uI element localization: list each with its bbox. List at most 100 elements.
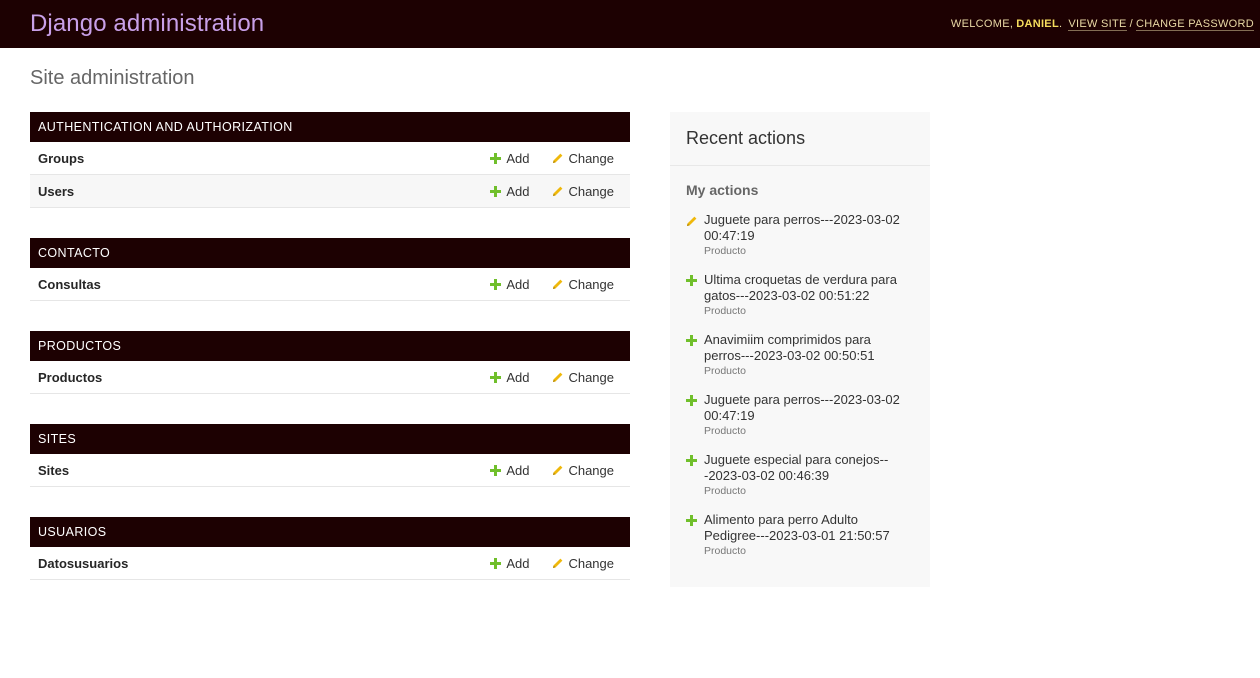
- row-actions: Add Change: [490, 463, 614, 478]
- change-password-link[interactable]: CHANGE PASSWORD: [1136, 18, 1254, 31]
- add-button[interactable]: Add: [490, 370, 529, 385]
- row-actions: Add Change: [490, 184, 614, 199]
- app-module-usuarios: USUARIOS Datosusuarios Add Change: [30, 517, 630, 580]
- recent-actions-panel: Recent actions My actions Juguete para p…: [670, 112, 930, 587]
- action-item: Anavimiim comprimidos para perros---2023…: [686, 332, 916, 378]
- action-text-line1: Ultima croquetas de verdura para: [704, 272, 897, 287]
- action-link[interactable]: Ultima croquetas de verdura para gatos--…: [704, 272, 916, 304]
- action-link[interactable]: Juguete para perros---2023-03-02 00:47:1…: [704, 212, 916, 244]
- pencil-icon: [553, 558, 563, 568]
- model-link-groups[interactable]: Groups: [38, 151, 84, 166]
- model-row-users: Users Add Change: [30, 175, 630, 208]
- action-content-type: Producto: [704, 245, 747, 257]
- action-text-line2: -2023-03-02 00:46:39: [704, 468, 830, 483]
- action-item: Juguete especial para conejos-- -2023-03…: [686, 452, 916, 498]
- action-content-type: Producto: [704, 545, 747, 557]
- action-text-line1: Juguete especial para conejos--: [704, 452, 889, 467]
- action-text-line2: Pedigree---2023-03-01 21:50:57: [704, 528, 890, 543]
- action-link[interactable]: Anavimiim comprimidos para perros---2023…: [704, 332, 916, 364]
- separator: /: [1129, 18, 1134, 30]
- change-label: Change: [568, 183, 614, 199]
- pencil-icon: [553, 186, 563, 196]
- module-caption[interactable]: CONTACTO: [30, 238, 630, 268]
- module-caption[interactable]: USUARIOS: [30, 517, 630, 547]
- action-content-type: Producto: [704, 425, 747, 437]
- change-button[interactable]: Change: [552, 151, 614, 166]
- plus-icon: [686, 515, 697, 526]
- model-row-sites: Sites Add Change: [30, 454, 630, 487]
- pencil-icon: [553, 153, 563, 163]
- username: DANIEL: [1016, 18, 1059, 30]
- pencil-icon: [687, 216, 697, 226]
- model-link-productos[interactable]: Productos: [38, 370, 102, 385]
- recent-actions-title: Recent actions: [670, 112, 930, 166]
- add-label: Add: [506, 555, 530, 571]
- action-text-line1: Juguete para perros---2023-03-02: [704, 212, 900, 227]
- model-link-sites[interactable]: Sites: [38, 463, 69, 478]
- action-link[interactable]: Alimento para perro Adulto Pedigree---20…: [704, 512, 916, 544]
- change-label: Change: [568, 555, 614, 571]
- add-label: Add: [506, 462, 530, 478]
- add-label: Add: [506, 150, 530, 166]
- row-actions: Add Change: [490, 277, 614, 292]
- action-content-type: Producto: [704, 365, 747, 377]
- model-row-datosusuarios: Datosusuarios Add Change: [30, 547, 630, 580]
- model-row-productos: Productos Add Change: [30, 361, 630, 394]
- plus-icon: [686, 455, 697, 466]
- add-button[interactable]: Add: [490, 277, 529, 292]
- model-link-consultas[interactable]: Consultas: [38, 277, 101, 292]
- action-text-line1: Anavimiim comprimidos para: [704, 332, 871, 347]
- change-label: Change: [568, 150, 614, 166]
- pencil-icon: [553, 465, 563, 475]
- plus-icon: [686, 335, 697, 346]
- plus-icon: [686, 395, 697, 406]
- add-button[interactable]: Add: [490, 184, 529, 199]
- add-button[interactable]: Add: [490, 151, 529, 166]
- welcome-text: WELCOME,: [950, 18, 1014, 30]
- action-content-type: Producto: [704, 305, 747, 317]
- model-row-groups: Groups Add Change: [30, 142, 630, 175]
- username-suffix: .: [1058, 18, 1063, 30]
- my-actions-title: My actions: [686, 182, 759, 198]
- row-actions: Add Change: [490, 370, 614, 385]
- change-label: Change: [568, 462, 614, 478]
- row-actions: Add Change: [490, 151, 614, 166]
- action-list: Juguete para perros---2023-03-02 00:47:1…: [686, 212, 916, 572]
- app-module-sites: SITES Sites Add Change: [30, 424, 630, 487]
- pencil-icon: [553, 279, 563, 289]
- action-text-line2: gatos---2023-03-02 00:51:22: [704, 288, 870, 303]
- action-text-line1: Alimento para perro Adulto: [704, 512, 858, 527]
- change-label: Change: [568, 276, 614, 292]
- module-caption[interactable]: SITES: [30, 424, 630, 454]
- action-item: Juguete para perros---2023-03-02 00:47:1…: [686, 392, 916, 438]
- change-button[interactable]: Change: [552, 277, 614, 292]
- plus-icon: [490, 557, 502, 569]
- model-row-consultas: Consultas Add Change: [30, 268, 630, 301]
- site-branding[interactable]: Django administration: [30, 10, 264, 38]
- module-caption[interactable]: PRODUCTOS: [30, 331, 630, 361]
- action-item: Juguete para perros---2023-03-02 00:47:1…: [686, 212, 916, 258]
- plus-icon: [490, 464, 502, 476]
- action-link[interactable]: Juguete para perros---2023-03-02 00:47:1…: [704, 392, 916, 424]
- action-text-line2: 00:47:19: [704, 228, 755, 243]
- change-button[interactable]: Change: [552, 370, 614, 385]
- add-button[interactable]: Add: [490, 556, 529, 571]
- plus-icon: [490, 278, 502, 290]
- action-text-line1: Juguete para perros---2023-03-02: [704, 392, 900, 407]
- page-title: Site administration: [30, 67, 195, 89]
- add-button[interactable]: Add: [490, 463, 529, 478]
- change-button[interactable]: Change: [552, 556, 614, 571]
- plus-icon: [490, 371, 502, 383]
- action-item: Ultima croquetas de verdura para gatos--…: [686, 272, 916, 318]
- change-button[interactable]: Change: [552, 463, 614, 478]
- model-link-users[interactable]: Users: [38, 184, 74, 199]
- view-site-link[interactable]: VIEW SITE: [1068, 18, 1127, 31]
- action-text-line2: perros---2023-03-02 00:50:51: [704, 348, 875, 363]
- change-button[interactable]: Change: [552, 184, 614, 199]
- add-label: Add: [506, 369, 530, 385]
- action-item: Alimento para perro Adulto Pedigree---20…: [686, 512, 916, 558]
- add-label: Add: [506, 276, 530, 292]
- model-link-datosusuarios[interactable]: Datosusuarios: [38, 556, 128, 571]
- module-caption[interactable]: AUTHENTICATION AND AUTHORIZATION: [30, 112, 630, 142]
- action-link[interactable]: Juguete especial para conejos-- -2023-03…: [704, 452, 916, 484]
